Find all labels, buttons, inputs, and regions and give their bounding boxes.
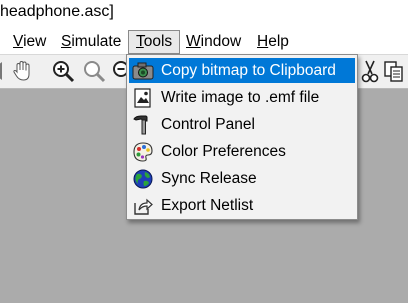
menu-item-control-panel-label: Control Panel (161, 116, 255, 133)
hammer-icon (132, 114, 154, 136)
menu-item-write-emf[interactable]: Write image to .emf file (129, 85, 355, 110)
menu-item-copy-bitmap[interactable]: Copy bitmap to Clipboard (129, 58, 355, 83)
menu-window-label: Window (186, 33, 242, 50)
menu-view[interactable]: View (13, 30, 46, 54)
window-title: headphone.asc] (0, 3, 114, 20)
menu-tools-label: Tools (136, 33, 173, 50)
menu-window[interactable]: Window (186, 30, 241, 54)
export-icon (132, 195, 154, 217)
title-bar: headphone.asc] (0, 0, 408, 31)
camera-icon (132, 60, 154, 82)
cut-icon[interactable] (357, 58, 383, 84)
menu-item-color-preferences-label: Color Preferences (161, 143, 286, 160)
menu-item-write-emf-label: Write image to .emf file (161, 89, 320, 106)
menu-view-label: View (13, 33, 47, 50)
menu-help[interactable]: Help (257, 30, 289, 54)
menu-item-export-netlist-label: Export Netlist (161, 197, 254, 214)
menu-item-color-preferences[interactable]: Color Preferences (129, 139, 355, 164)
zoom-out-icon[interactable] (81, 58, 107, 84)
pan-hand-icon[interactable] (10, 58, 36, 84)
globe-icon (132, 168, 154, 190)
menu-item-export-netlist[interactable]: Export Netlist (129, 193, 355, 218)
tools-dropdown-menu: Copy bitmap to Clipboard Write image to … (126, 54, 358, 220)
menu-item-sync-release[interactable]: Sync Release (129, 166, 355, 191)
menu-item-copy-bitmap-label: Copy bitmap to Clipboard (161, 62, 336, 79)
copy-icon[interactable] (382, 58, 408, 84)
image-file-icon (132, 87, 154, 109)
menu-bar: View Simulate Tools Window Help (0, 30, 408, 55)
menu-help-label: Help (257, 33, 289, 50)
menu-item-control-panel[interactable]: Control Panel (129, 112, 355, 137)
menu-item-sync-release-label: Sync Release (161, 170, 257, 187)
menu-simulate[interactable]: Simulate (61, 30, 121, 54)
palette-icon (132, 141, 154, 163)
menu-simulate-label: Simulate (61, 33, 122, 50)
zoom-in-icon[interactable] (50, 58, 76, 84)
menu-tools[interactable]: Tools (128, 30, 181, 54)
